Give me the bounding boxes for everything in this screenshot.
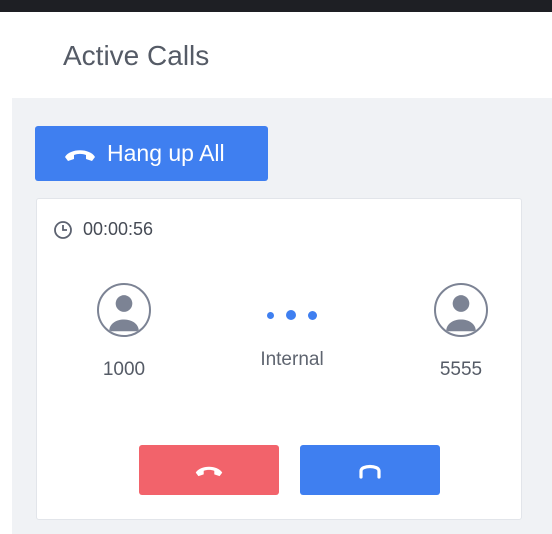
hang-up-all-button[interactable]: Hang up All [35,126,268,181]
page-title: Active Calls [63,40,210,71]
top-bar [0,0,552,12]
headphones-icon [359,464,381,479]
phone-hangup-icon [195,466,223,477]
call-duration: 00:00:56 [83,219,154,239]
page-header: Active Calls [12,12,552,98]
callee-party: 5555 [416,283,506,381]
clock-icon [54,220,72,239]
hang-up-all-label: Hang up All [107,140,225,166]
connecting-dots [242,305,342,325]
call-timer: 00:00:56 [53,219,153,240]
callee-extension: 5555 [439,359,483,380]
hang-up-button[interactable] [139,445,279,495]
user-avatar-icon [97,283,151,337]
active-call-card: 00:00:56 1000 Internal 5555 [36,198,522,520]
call-type: Internal [260,349,324,370]
user-avatar-icon [434,283,488,337]
caller-extension: 1000 [102,359,146,380]
caller-party: 1000 [79,283,169,381]
listen-button[interactable] [300,445,440,495]
call-connection: Internal [242,305,342,371]
left-gutter [0,12,12,534]
phone-hangup-icon [65,149,95,161]
